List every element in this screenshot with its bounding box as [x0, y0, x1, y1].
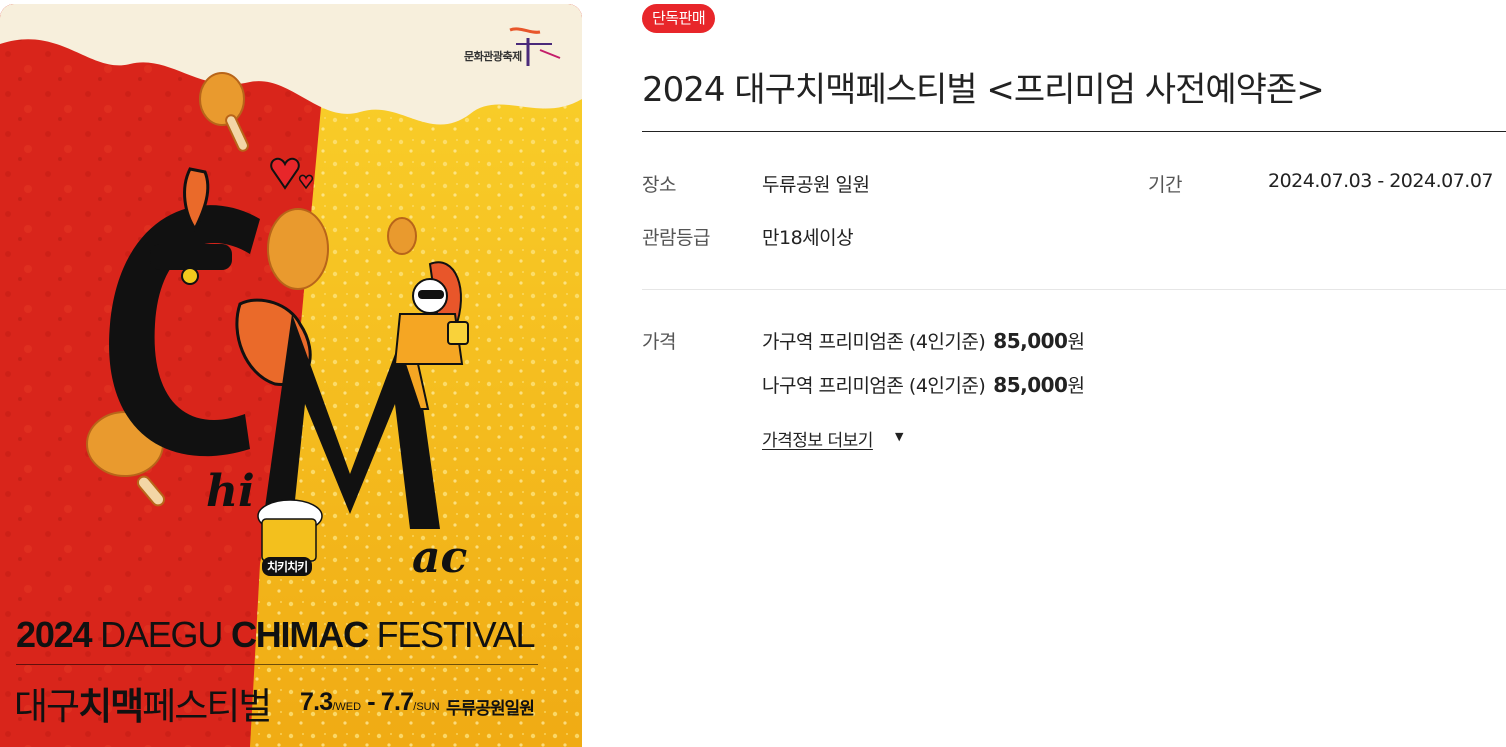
poster-title-ko: 대구치맥페스티벌: [14, 676, 272, 730]
price-item: 가구역 프리미엄존 (4인기준) 85,000원: [762, 327, 1085, 354]
poster-dates: 7.3/WED - 7.7/SUN: [300, 688, 440, 717]
poster-date-end: 7.7: [380, 688, 414, 716]
poster-date-sep: -: [361, 688, 381, 716]
poster-date-start-day: /WED: [332, 701, 362, 713]
price-item-name: 나구역 프리미엄존 (4인기준): [762, 375, 986, 397]
rating-value: 만18세이상: [762, 227, 854, 249]
section-divider: [642, 289, 1506, 290]
period-label: 기간: [1148, 174, 1182, 196]
poster-title-en-year: 2024: [16, 614, 93, 655]
price-item-amount: 85,000: [993, 373, 1068, 397]
price-item-unit: 원: [1067, 375, 1085, 397]
exclusive-sale-badge: 단독판매: [642, 4, 716, 33]
price-item-unit: 원: [1067, 331, 1085, 353]
poster-logo-text: 문화관광축제: [464, 50, 522, 63]
title-divider: [642, 131, 1506, 132]
price-label: 가격: [642, 331, 676, 353]
venue-label: 장소: [642, 174, 676, 196]
poster-title-en-city: DAEGU: [100, 614, 223, 655]
caret-down-icon[interactable]: ▼: [895, 430, 903, 443]
poster-date-end-day: /SUN: [413, 701, 440, 713]
event-poster: 문화관광축제 hi ac 치키치키 2024 DAEGU CHIMAC FEST…: [0, 4, 582, 747]
poster-title-ko-pre: 대구: [14, 685, 80, 728]
poster-chikichiki-badge: 치키치키: [262, 557, 313, 576]
price-more-link[interactable]: 가격정보 더보기: [762, 426, 873, 451]
sunglasses-icon: [150, 244, 232, 270]
poster-title-ko-post: 페스티벌: [142, 685, 272, 728]
poster-word-ac: ac: [412, 532, 468, 583]
poster-date-start: 7.3: [300, 688, 333, 716]
poster-venue: 두류공원일원: [446, 699, 535, 719]
poster-title-en: 2024 DAEGU CHIMAC FESTIVAL: [16, 614, 546, 656]
rating-label: 관람등급: [642, 227, 710, 249]
price-item-name: 가구역 프리미엄존 (4인기준): [762, 331, 986, 353]
poster-title-ko-bold: 치맥: [78, 685, 144, 728]
poster-word-hi: hi: [206, 466, 255, 517]
price-item: 나구역 프리미엄존 (4인기준) 85,000원: [762, 371, 1085, 398]
beer-mug-icon: [257, 499, 323, 562]
product-title: 2024 대구치맥페스티벌 <프리미엄 사전예약존>: [642, 70, 1325, 110]
period-value: 2024.07.03 - 2024.07.07: [1268, 170, 1494, 192]
venue-value: 두류공원 일원: [762, 174, 870, 196]
price-item-amount: 85,000: [993, 329, 1068, 353]
poster-divider: [16, 664, 538, 665]
poster-title-en-festival: FESTIVAL: [376, 614, 536, 655]
poster-title-en-chimac: CHIMAC: [230, 614, 369, 655]
